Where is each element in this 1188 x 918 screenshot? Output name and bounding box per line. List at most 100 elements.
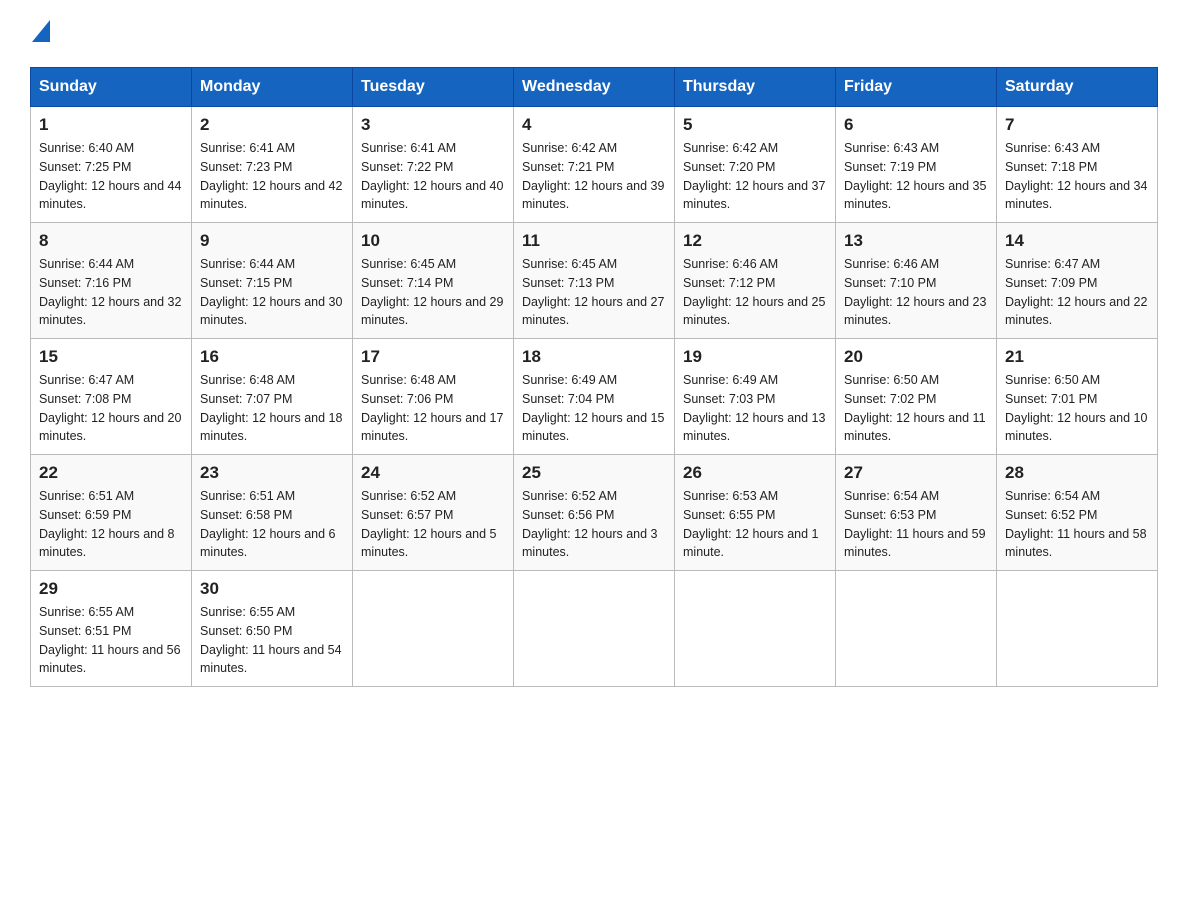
calendar-cell: 11 Sunrise: 6:45 AMSunset: 7:13 PMDaylig… xyxy=(514,223,675,339)
calendar-cell: 8 Sunrise: 6:44 AMSunset: 7:16 PMDayligh… xyxy=(31,223,192,339)
day-number: 19 xyxy=(683,347,827,367)
day-info: Sunrise: 6:42 AMSunset: 7:21 PMDaylight:… xyxy=(522,141,664,211)
day-number: 17 xyxy=(361,347,505,367)
calendar-cell: 12 Sunrise: 6:46 AMSunset: 7:12 PMDaylig… xyxy=(675,223,836,339)
day-number: 14 xyxy=(1005,231,1149,251)
day-number: 18 xyxy=(522,347,666,367)
logo xyxy=(30,20,50,47)
calendar-cell: 27 Sunrise: 6:54 AMSunset: 6:53 PMDaylig… xyxy=(836,455,997,571)
day-info: Sunrise: 6:53 AMSunset: 6:55 PMDaylight:… xyxy=(683,489,819,559)
weekday-header-row: SundayMondayTuesdayWednesdayThursdayFrid… xyxy=(31,68,1158,107)
day-info: Sunrise: 6:41 AMSunset: 7:22 PMDaylight:… xyxy=(361,141,503,211)
page-header xyxy=(30,20,1158,47)
calendar-cell xyxy=(514,571,675,687)
day-number: 3 xyxy=(361,115,505,135)
day-info: Sunrise: 6:48 AMSunset: 7:06 PMDaylight:… xyxy=(361,373,503,443)
calendar-cell xyxy=(997,571,1158,687)
calendar-week-row: 22 Sunrise: 6:51 AMSunset: 6:59 PMDaylig… xyxy=(31,455,1158,571)
calendar-cell: 28 Sunrise: 6:54 AMSunset: 6:52 PMDaylig… xyxy=(997,455,1158,571)
day-number: 6 xyxy=(844,115,988,135)
day-info: Sunrise: 6:43 AMSunset: 7:19 PMDaylight:… xyxy=(844,141,986,211)
day-number: 7 xyxy=(1005,115,1149,135)
day-info: Sunrise: 6:55 AMSunset: 6:50 PMDaylight:… xyxy=(200,605,342,675)
day-number: 24 xyxy=(361,463,505,483)
day-number: 13 xyxy=(844,231,988,251)
day-info: Sunrise: 6:49 AMSunset: 7:03 PMDaylight:… xyxy=(683,373,825,443)
day-info: Sunrise: 6:45 AMSunset: 7:14 PMDaylight:… xyxy=(361,257,503,327)
day-info: Sunrise: 6:52 AMSunset: 6:57 PMDaylight:… xyxy=(361,489,497,559)
weekday-header-saturday: Saturday xyxy=(997,68,1158,107)
calendar-week-row: 29 Sunrise: 6:55 AMSunset: 6:51 PMDaylig… xyxy=(31,571,1158,687)
day-number: 5 xyxy=(683,115,827,135)
day-info: Sunrise: 6:54 AMSunset: 6:53 PMDaylight:… xyxy=(844,489,986,559)
day-number: 22 xyxy=(39,463,183,483)
day-number: 20 xyxy=(844,347,988,367)
calendar-cell: 17 Sunrise: 6:48 AMSunset: 7:06 PMDaylig… xyxy=(353,339,514,455)
day-info: Sunrise: 6:46 AMSunset: 7:12 PMDaylight:… xyxy=(683,257,825,327)
calendar-cell: 4 Sunrise: 6:42 AMSunset: 7:21 PMDayligh… xyxy=(514,107,675,223)
calendar-cell: 6 Sunrise: 6:43 AMSunset: 7:19 PMDayligh… xyxy=(836,107,997,223)
day-info: Sunrise: 6:40 AMSunset: 7:25 PMDaylight:… xyxy=(39,141,181,211)
calendar-table: SundayMondayTuesdayWednesdayThursdayFrid… xyxy=(30,67,1158,687)
calendar-cell: 30 Sunrise: 6:55 AMSunset: 6:50 PMDaylig… xyxy=(192,571,353,687)
calendar-week-row: 8 Sunrise: 6:44 AMSunset: 7:16 PMDayligh… xyxy=(31,223,1158,339)
calendar-cell: 15 Sunrise: 6:47 AMSunset: 7:08 PMDaylig… xyxy=(31,339,192,455)
day-info: Sunrise: 6:50 AMSunset: 7:02 PMDaylight:… xyxy=(844,373,986,443)
day-number: 15 xyxy=(39,347,183,367)
day-info: Sunrise: 6:44 AMSunset: 7:15 PMDaylight:… xyxy=(200,257,342,327)
calendar-week-row: 15 Sunrise: 6:47 AMSunset: 7:08 PMDaylig… xyxy=(31,339,1158,455)
day-number: 28 xyxy=(1005,463,1149,483)
calendar-cell: 10 Sunrise: 6:45 AMSunset: 7:14 PMDaylig… xyxy=(353,223,514,339)
day-info: Sunrise: 6:49 AMSunset: 7:04 PMDaylight:… xyxy=(522,373,664,443)
weekday-header-thursday: Thursday xyxy=(675,68,836,107)
day-info: Sunrise: 6:47 AMSunset: 7:09 PMDaylight:… xyxy=(1005,257,1147,327)
day-number: 10 xyxy=(361,231,505,251)
calendar-cell: 22 Sunrise: 6:51 AMSunset: 6:59 PMDaylig… xyxy=(31,455,192,571)
calendar-cell: 5 Sunrise: 6:42 AMSunset: 7:20 PMDayligh… xyxy=(675,107,836,223)
logo-triangle-icon xyxy=(32,20,50,42)
day-info: Sunrise: 6:54 AMSunset: 6:52 PMDaylight:… xyxy=(1005,489,1147,559)
calendar-cell: 14 Sunrise: 6:47 AMSunset: 7:09 PMDaylig… xyxy=(997,223,1158,339)
day-info: Sunrise: 6:45 AMSunset: 7:13 PMDaylight:… xyxy=(522,257,664,327)
day-info: Sunrise: 6:52 AMSunset: 6:56 PMDaylight:… xyxy=(522,489,658,559)
day-number: 2 xyxy=(200,115,344,135)
day-info: Sunrise: 6:51 AMSunset: 6:58 PMDaylight:… xyxy=(200,489,336,559)
calendar-cell xyxy=(675,571,836,687)
day-info: Sunrise: 6:43 AMSunset: 7:18 PMDaylight:… xyxy=(1005,141,1147,211)
calendar-cell: 19 Sunrise: 6:49 AMSunset: 7:03 PMDaylig… xyxy=(675,339,836,455)
day-number: 25 xyxy=(522,463,666,483)
calendar-cell xyxy=(353,571,514,687)
calendar-cell: 23 Sunrise: 6:51 AMSunset: 6:58 PMDaylig… xyxy=(192,455,353,571)
calendar-week-row: 1 Sunrise: 6:40 AMSunset: 7:25 PMDayligh… xyxy=(31,107,1158,223)
day-number: 1 xyxy=(39,115,183,135)
day-info: Sunrise: 6:41 AMSunset: 7:23 PMDaylight:… xyxy=(200,141,342,211)
day-number: 4 xyxy=(522,115,666,135)
calendar-cell: 24 Sunrise: 6:52 AMSunset: 6:57 PMDaylig… xyxy=(353,455,514,571)
weekday-header-sunday: Sunday xyxy=(31,68,192,107)
weekday-header-monday: Monday xyxy=(192,68,353,107)
weekday-header-wednesday: Wednesday xyxy=(514,68,675,107)
calendar-cell: 20 Sunrise: 6:50 AMSunset: 7:02 PMDaylig… xyxy=(836,339,997,455)
calendar-cell: 26 Sunrise: 6:53 AMSunset: 6:55 PMDaylig… xyxy=(675,455,836,571)
day-info: Sunrise: 6:50 AMSunset: 7:01 PMDaylight:… xyxy=(1005,373,1147,443)
calendar-cell: 21 Sunrise: 6:50 AMSunset: 7:01 PMDaylig… xyxy=(997,339,1158,455)
day-info: Sunrise: 6:55 AMSunset: 6:51 PMDaylight:… xyxy=(39,605,181,675)
calendar-cell: 16 Sunrise: 6:48 AMSunset: 7:07 PMDaylig… xyxy=(192,339,353,455)
calendar-cell xyxy=(836,571,997,687)
calendar-cell: 25 Sunrise: 6:52 AMSunset: 6:56 PMDaylig… xyxy=(514,455,675,571)
day-number: 11 xyxy=(522,231,666,251)
day-info: Sunrise: 6:46 AMSunset: 7:10 PMDaylight:… xyxy=(844,257,986,327)
day-info: Sunrise: 6:47 AMSunset: 7:08 PMDaylight:… xyxy=(39,373,181,443)
day-number: 27 xyxy=(844,463,988,483)
day-number: 26 xyxy=(683,463,827,483)
day-info: Sunrise: 6:48 AMSunset: 7:07 PMDaylight:… xyxy=(200,373,342,443)
day-number: 8 xyxy=(39,231,183,251)
weekday-header-tuesday: Tuesday xyxy=(353,68,514,107)
day-number: 30 xyxy=(200,579,344,599)
day-number: 29 xyxy=(39,579,183,599)
day-number: 16 xyxy=(200,347,344,367)
calendar-cell: 13 Sunrise: 6:46 AMSunset: 7:10 PMDaylig… xyxy=(836,223,997,339)
day-number: 21 xyxy=(1005,347,1149,367)
weekday-header-friday: Friday xyxy=(836,68,997,107)
day-info: Sunrise: 6:42 AMSunset: 7:20 PMDaylight:… xyxy=(683,141,825,211)
